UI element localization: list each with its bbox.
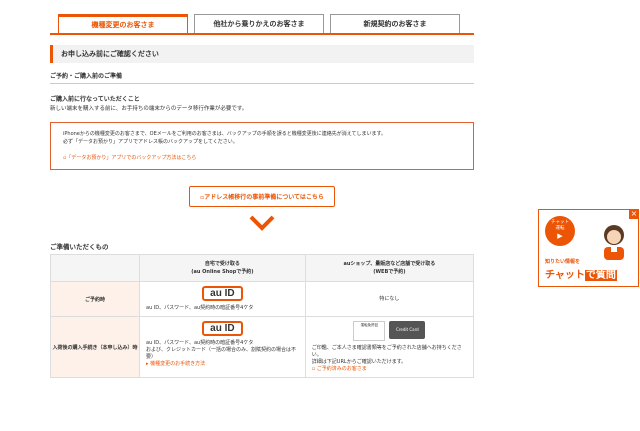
table-title: ご準備いただくもの	[50, 243, 109, 251]
main-content: 機種変更のお客さま 他社から乗りかえのお客さま 新規契約のお客さま お申し込み前…	[50, 14, 475, 378]
cell-purchase-home: au ID au ID、パスワード、au契約時の暗証番号4ケタ および、クレジッ…	[139, 316, 306, 378]
cell-reservation-home: au ID au ID、パスワード、au契約時の暗証番号4ケタ	[139, 281, 306, 317]
subsection-title: ご予約・ご購入前のご準備	[50, 71, 474, 84]
chat-circle-icon: チャット 運転 ▶	[545, 216, 575, 246]
address-book-prep-button[interactable]: ▫アドレス帳移行の事前準備についてはこちら	[189, 186, 335, 207]
customer-type-tabs: 機種変更のお客さま 他社から乗りかえのお客さま 新規契約のお客さま	[50, 14, 474, 35]
notice-line-1: iPhoneからの機種変更のお客さまで、ОEメールをご利用のお客さまは、バックア…	[63, 131, 387, 137]
address-book-prep-label: アドレス帳移行の事前準備についてはこちら	[204, 194, 324, 201]
procedure-link[interactable]: ▸ 機種変更のお手続き方法	[146, 361, 299, 368]
cell-reservation-store: 特になし	[304, 281, 475, 317]
credit-card-icon: Credit Card	[389, 321, 426, 339]
table-row: 入荷後の購入手続き（本申し込み）時 au ID au ID、パスワード、au契約…	[50, 316, 475, 378]
au-id-logo: au ID	[202, 286, 243, 301]
chevron-down-icon	[50, 215, 474, 237]
row-label-reservation: ご予約時	[50, 281, 140, 317]
table-corner	[50, 254, 140, 282]
col-header-home: 自宅で受け取る (au Online Shopで予約)	[139, 254, 306, 282]
reserved-customer-link[interactable]: ▫ ご予約済みのお客さま	[312, 366, 467, 373]
operator-avatar	[604, 225, 624, 260]
close-icon[interactable]: ×	[629, 209, 639, 219]
notice-line-2: 必ず「データお預かり」アプリでアドレス帳のバックアップをしてください。	[63, 139, 238, 145]
cell-text: および、クレジットカード（一括の場合のみ、割賦契約の場合は不要）	[146, 347, 297, 360]
backup-method-link-text: 「データお預かり」アプリでのバックアップ方法はこちら	[66, 155, 197, 161]
banner-headline: チャットで質問	[545, 270, 617, 281]
au-id-logo: au ID	[202, 321, 243, 336]
cell-purchase-store: 運転免許証 Credit Card ご印鑑、ご本人さま確認書類等をご予約された店…	[304, 316, 475, 378]
cell-text: au ID、パスワード、au契約時の暗証番号4ケタ	[146, 340, 254, 346]
section-title: お申し込み前にご確認ください	[50, 45, 474, 63]
tab-new-contract[interactable]: 新規契約のお客さま	[330, 14, 460, 33]
chat-banner[interactable]: × チャット 運転 ▶ 知りたい情報を チャットで質問	[538, 209, 639, 287]
col-header-store: auショップ、量販店など店舗で受け取る (WEBで予約)	[304, 254, 475, 282]
cell-text: 詳細は下記URLからご確認いただけます。	[311, 359, 407, 365]
cell-text: au ID、パスワード、au契約時の暗証番号4ケタ	[146, 305, 254, 311]
banner-small-text: 知りたい情報を	[545, 259, 581, 265]
row-label-purchase: 入荷後の購入手続き（本申し込み）時	[50, 316, 140, 378]
notice-box: iPhoneからの機種変更のお客さまで、ОEメールをご利用のお客さまは、バックア…	[50, 122, 474, 170]
license-card-icon: 運転免許証	[353, 321, 386, 341]
paragraph-text: 新しい端末を購入する前に、お手持ちの端末からのデータ移行作業が必要です。	[50, 106, 248, 112]
tab-carrier-switch[interactable]: 他社から乗りかえのお客さま	[194, 14, 324, 33]
requirements-table: 自宅で受け取る (au Online Shopで予約) auショップ、量販店など…	[50, 254, 475, 378]
table-row: ご予約時 au ID au ID、パスワード、au契約時の暗証番号4ケタ 特にな…	[50, 281, 475, 317]
paragraph-title: ご購入前に行なっていただくこと	[50, 96, 140, 103]
tab-model-change[interactable]: 機種変更のお客さま	[58, 14, 188, 33]
backup-method-link[interactable]: ▫「データお預かり」アプリでのバックアップ方法はこちら	[63, 154, 461, 162]
cell-text: ご印鑑、ご本人さま確認書類等をご予約された店舗へお持ちください。	[311, 345, 462, 358]
